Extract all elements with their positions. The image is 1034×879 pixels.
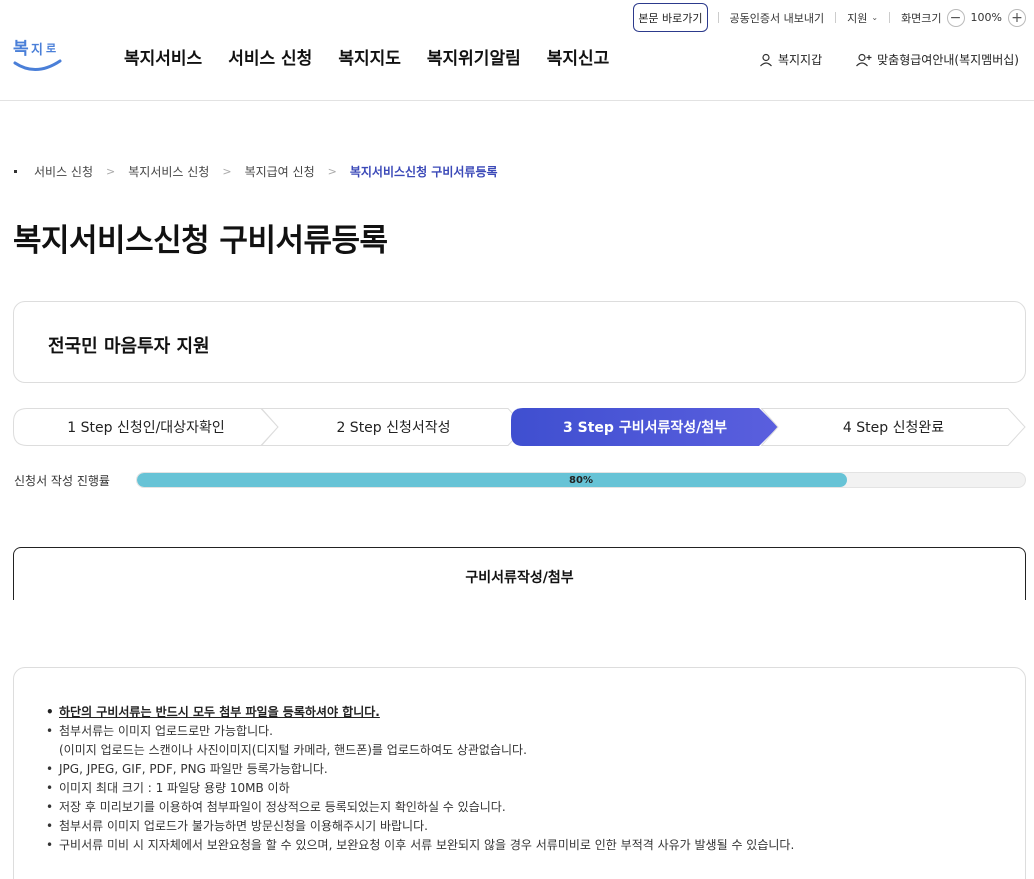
step-3-label: 3 Step 구비서류작성/첨부: [563, 420, 727, 436]
zoom-value: 100%: [970, 11, 1002, 24]
service-name: 전국민 마음투자 지원: [48, 336, 210, 357]
nav-crisis-alert[interactable]: 복지위기알림: [427, 44, 521, 69]
welfare-wallet-link[interactable]: 복지지갑: [759, 51, 822, 68]
breadcrumb-item[interactable]: 서비스 신청: [34, 163, 93, 180]
svg-text:지: 지: [31, 43, 43, 58]
chevron-right-icon: >: [106, 165, 116, 178]
step-2-label: 2 Step 신청서작성: [336, 420, 451, 436]
divider: [717, 12, 719, 23]
zoom-in-button[interactable]: +: [1008, 8, 1026, 27]
step-1-label: 1 Step 신청인/대상자확인: [67, 420, 225, 436]
step-2: 2 Step 신청서작성: [261, 408, 526, 446]
step-indicator: 1 Step 신청인/대상자확인 2 Step 신청서작성 3 Step 구비서…: [13, 408, 1026, 446]
service-name-box: 전국민 마음투자 지원: [13, 301, 1026, 383]
progress-label: 신청서 작성 진행률: [14, 474, 110, 488]
breadcrumb-item[interactable]: 복지서비스 신청: [128, 163, 209, 180]
notice-item: 첨부서류는 이미지 업로드로만 가능합니다. (이미지 업로드는 스캔이나 사진…: [46, 722, 1025, 760]
skip-to-content-button[interactable]: 본문 바로가기: [633, 3, 708, 32]
support-label: 지원: [847, 11, 868, 25]
chevron-right-icon: >: [222, 165, 232, 178]
site-logo[interactable]: 복 지 로: [12, 33, 64, 77]
divider: [889, 12, 891, 23]
progress-percent: 80%: [569, 474, 593, 486]
notice-item-subtext: (이미지 업로드는 스캔이나 사진이미지(디지털 카메라, 핸드폰)를 업로드하…: [59, 743, 527, 757]
support-menu[interactable]: 지원 ⌄: [847, 10, 878, 26]
notice-box: 하단의 구비서류는 반드시 모두 첨부 파일을 등록하셔야 합니다. 첨부서류는…: [13, 667, 1026, 879]
step-4-label: 4 Step 신청완료: [842, 420, 945, 436]
utility-bar: 본문 바로가기 공동인증서 내보내기 지원 ⌄ 화면크기 − 100% +: [633, 3, 1026, 32]
breadcrumb-item[interactable]: 복지급여 신청: [245, 163, 315, 180]
chevron-down-icon: ⌄: [871, 13, 879, 22]
page-title: 복지서비스신청 구비서류등록: [13, 223, 388, 259]
site-header: 본문 바로가기 공동인증서 내보내기 지원 ⌄ 화면크기 − 100% + 복 …: [0, 0, 1034, 101]
cert-export-link[interactable]: 공동인증서 내보내기: [730, 10, 825, 26]
notice-item: 구비서류 미비 시 지자체에서 보완요청을 할 수 있으며, 보완요청 이후 서…: [46, 836, 1025, 855]
user-icon: [760, 53, 772, 66]
divider: [835, 12, 837, 23]
logo-mark-icon: 복 지 로: [13, 39, 62, 71]
notice-item: 이미지 최대 크기 : 1 파일당 용량 10MB 이하: [46, 779, 1025, 798]
notice-item: JPG, JPEG, GIF, PDF, PNG 파일만 등록가능합니다.: [46, 760, 1025, 779]
svg-text:복: 복: [13, 39, 29, 59]
nav-welfare-report[interactable]: 복지신고: [547, 44, 610, 69]
user-add-icon: [856, 53, 872, 66]
document-section-title: 구비서류작성/첨부: [465, 570, 574, 586]
document-section-header: 구비서류작성/첨부: [13, 547, 1026, 600]
notice-list: 하단의 구비서류는 반드시 모두 첨부 파일을 등록하셔야 합니다. 첨부서류는…: [46, 703, 1025, 855]
breadcrumb: 서비스 신청 > 복지서비스 신청 > 복지급여 신청 > 복지서비스신청 구비…: [14, 163, 498, 180]
notice-item-emphasis: 하단의 구비서류는 반드시 모두 첨부 파일을 등록하셔야 합니다.: [46, 703, 1025, 722]
step-1: 1 Step 신청인/대상자확인: [13, 408, 279, 446]
breadcrumb-current: 복지서비스신청 구비서류등록: [349, 165, 498, 179]
breadcrumb-bullet: [14, 170, 17, 173]
step-3-active: 3 Step 구비서류작성/첨부: [511, 408, 779, 446]
progress-bar: 80%: [136, 472, 1026, 488]
nav-service-application[interactable]: 서비스 신청: [228, 44, 312, 69]
notice-item: 첨부서류 이미지 업로드가 불가능하면 방문신청을 이용해주시기 바랍니다.: [46, 817, 1025, 836]
membership-link[interactable]: 맞춤형급여안내(복지멤버십): [856, 51, 1019, 68]
chevron-right-icon: >: [327, 165, 337, 178]
step-4: 4 Step 신청완료: [761, 408, 1026, 446]
svg-text:로: 로: [46, 42, 56, 55]
membership-label: 맞춤형급여안내(복지멤버십): [877, 53, 1019, 67]
welfare-wallet-label: 복지지갑: [777, 53, 823, 67]
main-navigation: 복지서비스 서비스 신청 복지지도 복지위기알림 복지신고: [124, 44, 609, 69]
notice-item: 저장 후 미리보기를 이용하여 첨부파일이 정상적으로 등록되었는지 확인하실 …: [46, 798, 1025, 817]
zoom-label: 화면크기: [901, 11, 942, 25]
notice-item-text: 첨부서류는 이미지 업로드로만 가능합니다.: [59, 724, 273, 738]
member-menu: 복지지갑 맞춤형급여안내(복지멤버십): [759, 51, 1019, 68]
nav-welfare-services[interactable]: 복지서비스: [124, 44, 202, 69]
zoom-out-button[interactable]: −: [946, 8, 965, 27]
nav-welfare-map[interactable]: 복지지도: [338, 44, 401, 69]
